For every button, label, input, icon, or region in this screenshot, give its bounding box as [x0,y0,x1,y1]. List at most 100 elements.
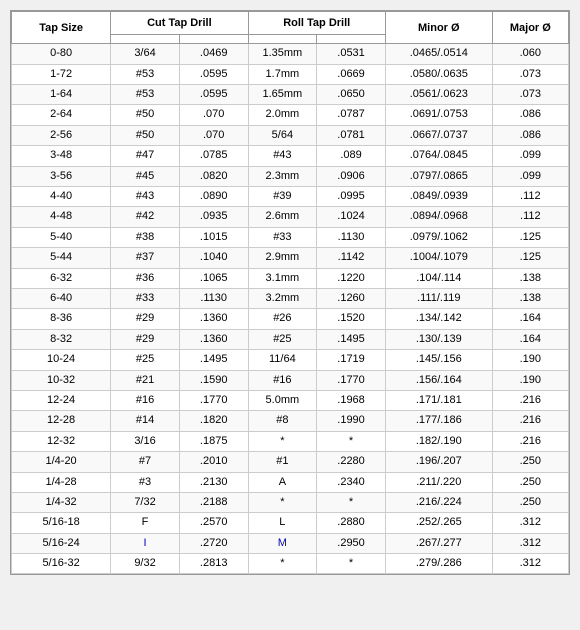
table-cell: .164 [492,329,568,349]
table-row: 0-803/64.04691.35mm.0531.0465/.0514.060 [12,44,569,64]
table-cell: .216 [492,390,568,410]
tap-drill-table-container: Tap Size Cut Tap Drill Roll Tap Drill Mi… [10,10,570,575]
table-row: 12-24#16.17705.0mm.1968.171/.181.216 [12,390,569,410]
table-cell: .190 [492,350,568,370]
table-cell: #37 [111,248,180,268]
table-cell: 4-40 [12,187,111,207]
table-cell: .0669 [317,64,386,84]
table-cell: .0595 [179,85,248,105]
table-cell: 3-48 [12,146,111,166]
table-cell: .0531 [317,44,386,64]
table-cell: 5/16-32 [12,554,111,574]
table-cell: #53 [111,64,180,84]
table-cell: 12-28 [12,411,111,431]
table-cell: 1/4-20 [12,452,111,472]
table-cell: .0667/.0737 [385,125,492,145]
table-cell: #29 [111,329,180,349]
table-cell: .1004/.1079 [385,248,492,268]
table-cell: .086 [492,105,568,125]
table-cell: .073 [492,85,568,105]
table-cell: 8-36 [12,309,111,329]
table-cell: 2-56 [12,125,111,145]
table-cell: .125 [492,248,568,268]
table-cell: #50 [111,105,180,125]
table-cell: #38 [111,227,180,247]
table-cell: 5-44 [12,248,111,268]
table-row: 4-40#43.0890#39.0995.0849/.0939.112 [12,187,569,207]
table-row: 1-64#53.05951.65mm.0650.0561/.0623.073 [12,85,569,105]
header-roll1 [248,35,317,44]
tap-drill-table: Tap Size Cut Tap Drill Roll Tap Drill Mi… [11,11,569,574]
table-cell: .0797/.0865 [385,166,492,186]
table-cell: 5/16-18 [12,513,111,533]
table-cell: .177/.186 [385,411,492,431]
table-cell: #1 [248,452,317,472]
header-major: Major Ø [492,12,568,44]
table-cell: .2188 [179,492,248,512]
table-row: 4-48#42.09352.6mm.1024.0894/.0968.112 [12,207,569,227]
table-row: 1/4-28#3.2130A.2340.211/.220.250 [12,472,569,492]
table-cell: #33 [111,288,180,308]
table-cell: .156/.164 [385,370,492,390]
table-cell: .0995 [317,187,386,207]
table-cell: .2570 [179,513,248,533]
table-cell: #8 [248,411,317,431]
table-row: 5/16-329/32.2813**.279/.286.312 [12,554,569,574]
table-cell: 1.7mm [248,64,317,84]
header-roll2 [317,35,386,44]
table-cell: #29 [111,309,180,329]
table-cell: 11/64 [248,350,317,370]
table-cell: #3 [111,472,180,492]
table-cell: F [111,513,180,533]
table-cell: .216 [492,431,568,451]
table-cell: .0781 [317,125,386,145]
table-cell: #45 [111,166,180,186]
table-cell: #53 [111,85,180,105]
table-cell: 8-32 [12,329,111,349]
table-cell: #14 [111,411,180,431]
table-cell: 2.3mm [248,166,317,186]
table-row: 1/4-327/32.2188**.216/.224.250 [12,492,569,512]
table-cell: 5/64 [248,125,317,145]
table-cell: * [248,431,317,451]
table-cell: #21 [111,370,180,390]
table-cell: I [111,533,180,553]
table-cell: .099 [492,146,568,166]
table-cell: * [317,554,386,574]
table-cell: .2010 [179,452,248,472]
table-cell: .099 [492,166,568,186]
table-cell: .2130 [179,472,248,492]
table-row: 2-56#50.0705/64.0781.0667/.0737.086 [12,125,569,145]
header-tap-size: Tap Size [12,12,111,44]
table-row: 12-28#14.1820#8.1990.177/.186.216 [12,411,569,431]
table-cell: .1360 [179,329,248,349]
table-cell: 6-40 [12,288,111,308]
table-row: 6-32#36.10653.1mm.1220.104/.114.138 [12,268,569,288]
table-cell: * [248,554,317,574]
table-cell: #25 [111,350,180,370]
header-minor: Minor Ø [385,12,492,44]
table-cell: .182/.190 [385,431,492,451]
table-cell: #26 [248,309,317,329]
table-cell: #36 [111,268,180,288]
table-cell: .1495 [317,329,386,349]
table-cell: #43 [111,187,180,207]
table-cell: .1260 [317,288,386,308]
table-cell: 12-32 [12,431,111,451]
table-cell: .250 [492,452,568,472]
table-row: 2-64#50.0702.0mm.0787.0691/.0753.086 [12,105,569,125]
table-cell: 4-48 [12,207,111,227]
table-cell: .312 [492,554,568,574]
table-cell: .138 [492,268,568,288]
table-cell: .070 [179,125,248,145]
table-cell: 10-24 [12,350,111,370]
table-cell: 12-24 [12,390,111,410]
table-cell: 3/64 [111,44,180,64]
table-cell: .1719 [317,350,386,370]
table-cell: .312 [492,513,568,533]
table-cell: 2-64 [12,105,111,125]
table-cell: 3.2mm [248,288,317,308]
table-cell: .1590 [179,370,248,390]
table-cell: .112 [492,207,568,227]
table-cell: .1220 [317,268,386,288]
